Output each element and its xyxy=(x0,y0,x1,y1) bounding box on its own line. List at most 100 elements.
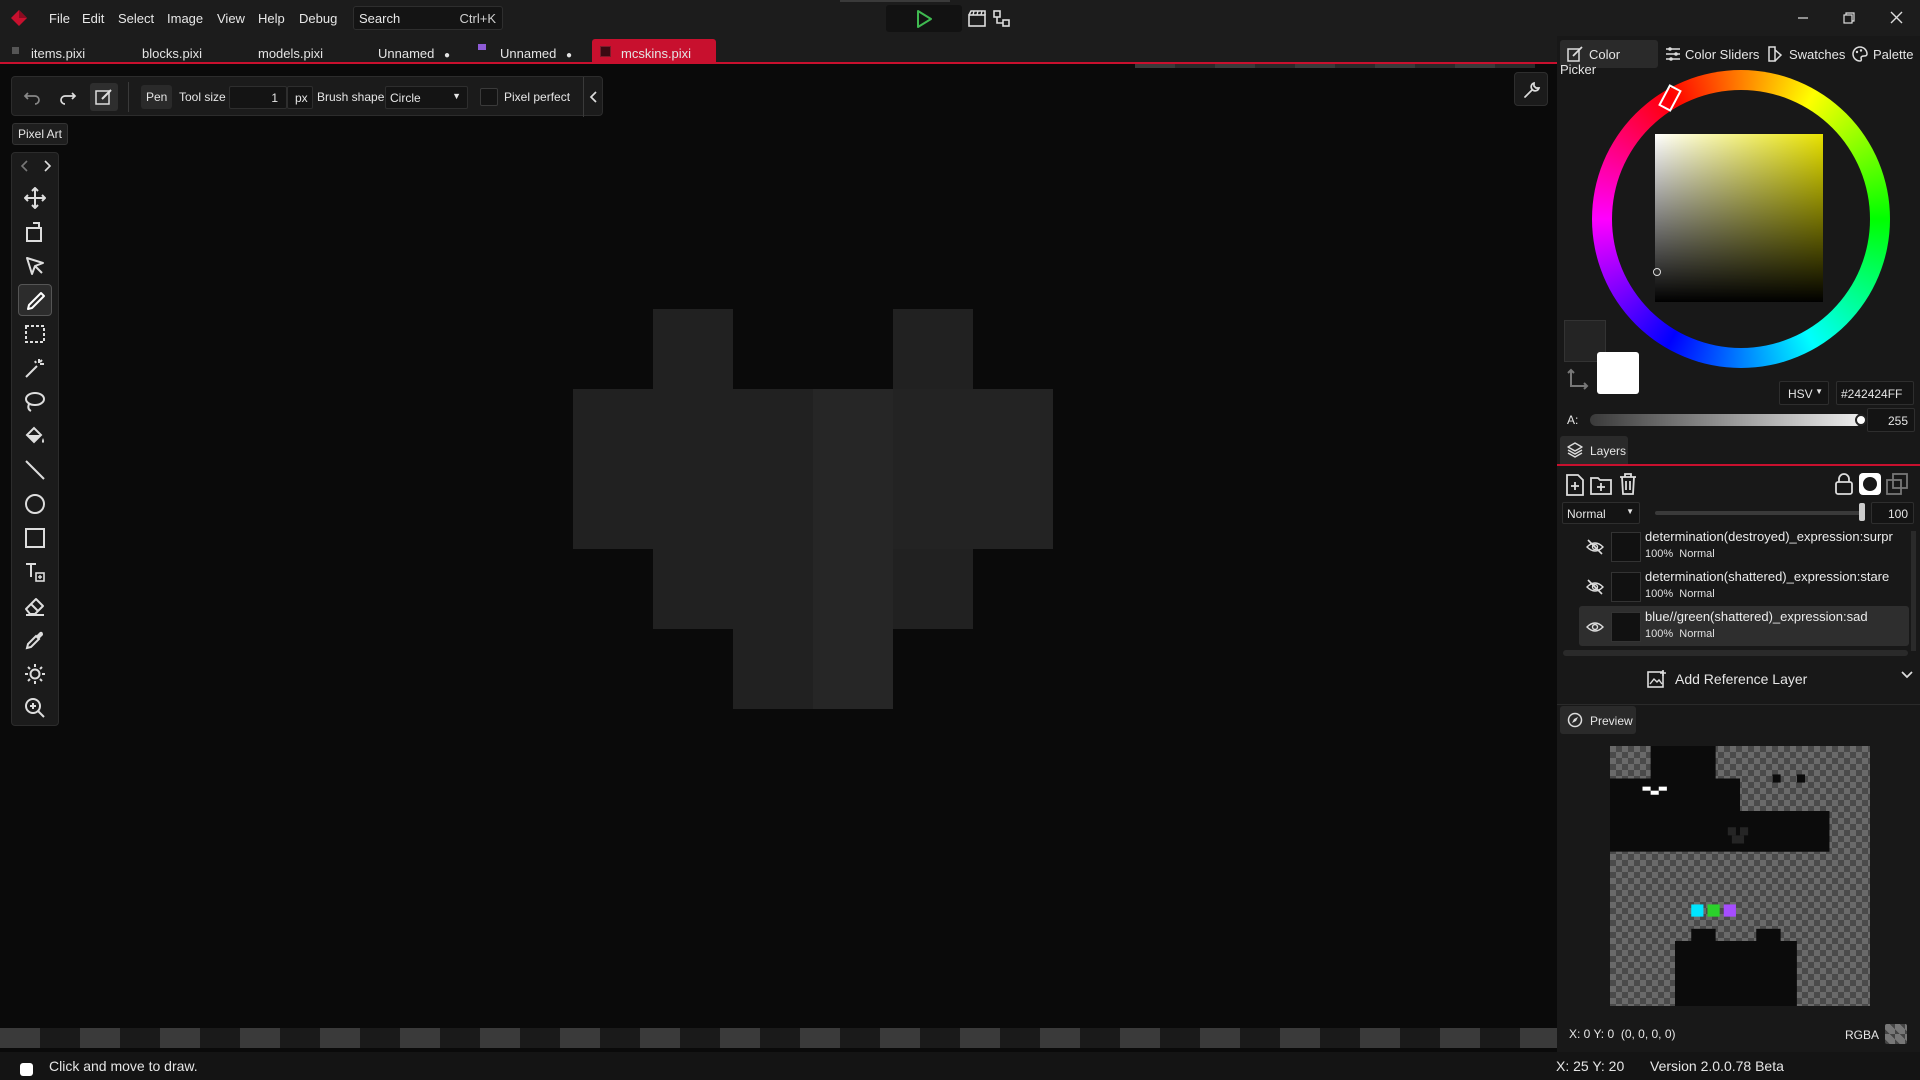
saturation-value-square[interactable] xyxy=(1655,134,1823,302)
delete-layer-icon[interactable] xyxy=(1618,473,1638,495)
document-tab-bar: items.pixi blocks.pixi models.pixi Unnam… xyxy=(0,36,1557,64)
viewport-settings-button[interactable] xyxy=(1514,72,1548,106)
layers-tab[interactable]: Layers xyxy=(1560,436,1628,464)
blend-mode-select[interactable]: Normal ▼ xyxy=(1562,502,1640,524)
preview-title: Preview xyxy=(1590,714,1633,728)
layers-accent-line xyxy=(1557,464,1920,466)
menu-help[interactable]: Help xyxy=(258,11,285,26)
rectangle-select-tool[interactable] xyxy=(18,318,52,350)
search-input[interactable]: Search Ctrl+K xyxy=(353,6,503,30)
tab-color-picker[interactable]: Color Picker xyxy=(1560,40,1658,77)
prev-toolset-icon[interactable] xyxy=(18,159,32,173)
tab-unnamed-2[interactable]: Unnamed ● xyxy=(474,41,572,64)
tab-models[interactable]: models.pixi xyxy=(258,41,323,64)
mask-layer-button[interactable] xyxy=(1859,473,1881,495)
lock-layer-icon[interactable] xyxy=(1833,473,1855,495)
pixel-perfect-label: Pixel perfect xyxy=(504,90,571,104)
layer-opacity-slider[interactable] xyxy=(1655,511,1863,515)
preview-tab[interactable]: Preview xyxy=(1560,706,1636,734)
layer-row[interactable]: determination(destroyed)_expression:surp… xyxy=(1579,526,1909,566)
cursor-position: X: 25 Y: 20 xyxy=(1556,1058,1625,1074)
divider xyxy=(1557,704,1920,705)
new-layer-icon[interactable] xyxy=(1565,474,1585,496)
lasso-tool[interactable] xyxy=(18,386,52,418)
channel-mode[interactable]: RGBA xyxy=(1845,1028,1879,1042)
magic-wand-tool[interactable] xyxy=(18,352,52,384)
menu-select[interactable]: Select xyxy=(118,11,154,26)
menu-file[interactable]: File xyxy=(49,11,70,26)
tab-label: Palette xyxy=(1873,47,1914,62)
preview-canvas[interactable] xyxy=(1610,746,1870,1006)
clapperboard-icon[interactable] xyxy=(968,10,986,27)
rectangle-tool[interactable] xyxy=(18,522,52,554)
node-graph-icon[interactable] xyxy=(993,10,1011,27)
menu-edit[interactable]: Edit xyxy=(82,11,104,26)
minimize-icon[interactable] xyxy=(1797,12,1809,24)
layer-thumbnail xyxy=(1611,572,1641,602)
eyedropper-icon xyxy=(25,631,43,650)
swap-colors-icon[interactable] xyxy=(1567,366,1591,390)
redo-icon[interactable] xyxy=(59,88,77,106)
chevron-down-icon[interactable] xyxy=(1900,668,1914,682)
play-button[interactable] xyxy=(886,5,962,32)
menu-image[interactable]: Image xyxy=(167,11,203,26)
layers-horizontal-scrollbar[interactable] xyxy=(1563,650,1908,656)
fill-tool[interactable] xyxy=(18,420,52,452)
zoom-tool[interactable] xyxy=(18,692,52,724)
hex-input[interactable]: #242424FF xyxy=(1836,381,1914,405)
tab-unnamed-1[interactable]: Unnamed ● xyxy=(378,41,450,64)
tab-items[interactable]: items.pixi xyxy=(8,41,85,64)
add-reference-layer-button[interactable]: Add Reference Layer xyxy=(1647,667,1827,693)
ellipse-tool[interactable] xyxy=(18,488,52,520)
canvas-viewport[interactable] xyxy=(0,64,1557,1052)
layer-name: determination(shattered)_expression:star… xyxy=(1645,569,1890,584)
next-toolset-icon[interactable] xyxy=(40,159,54,173)
brightness-tool[interactable] xyxy=(18,658,52,690)
rotate-tool[interactable] xyxy=(18,216,52,248)
color-mode-select[interactable]: HSV ▼ xyxy=(1779,381,1829,405)
layer-row-selected[interactable]: blue//green(shattered)_expression:sad 10… xyxy=(1579,606,1909,646)
file-thumbnail-icon xyxy=(600,46,611,57)
close-window-icon[interactable] xyxy=(1890,11,1903,24)
layer-opacity-handle[interactable] xyxy=(1859,503,1865,521)
merge-layers-icon[interactable] xyxy=(1886,473,1908,495)
eye-off-icon[interactable] xyxy=(1586,539,1604,555)
sv-handle[interactable] xyxy=(1653,268,1661,276)
layer-opacity-input[interactable]: 100 xyxy=(1871,502,1914,524)
tool-size-input[interactable]: 1 xyxy=(229,86,287,109)
tab-swatches[interactable]: Swatches xyxy=(1768,40,1845,68)
play-icon xyxy=(917,10,932,28)
pixel-perfect-checkbox[interactable] xyxy=(480,88,498,106)
pen-tool[interactable] xyxy=(18,284,52,316)
tab-palette[interactable]: Palette xyxy=(1852,40,1913,68)
divider xyxy=(583,77,584,117)
restore-icon[interactable] xyxy=(1843,12,1855,24)
text-tool[interactable] xyxy=(18,556,52,588)
tab-mcskins[interactable]: mcskins.pixi xyxy=(592,39,716,64)
line-tool[interactable] xyxy=(18,454,52,486)
menu-view[interactable]: View xyxy=(217,11,245,26)
alpha-slider[interactable] xyxy=(1590,414,1862,426)
eye-icon[interactable] xyxy=(1586,619,1604,635)
new-folder-icon[interactable] xyxy=(1590,474,1612,496)
text-icon xyxy=(26,563,45,582)
pen-mode-button[interactable] xyxy=(90,83,118,111)
layer-row[interactable]: determination(shattered)_expression:star… xyxy=(1579,566,1909,606)
menu-debug[interactable]: Debug xyxy=(299,11,337,26)
tab-color-sliders[interactable]: Color Sliders xyxy=(1665,40,1759,68)
layers-scrollbar[interactable] xyxy=(1911,531,1916,651)
background-toggle-icon[interactable] xyxy=(1885,1024,1907,1044)
alpha-input[interactable]: 255 xyxy=(1867,408,1915,432)
move-tool[interactable] xyxy=(18,182,52,214)
color-picker-tool[interactable] xyxy=(18,624,52,656)
secondary-color-swatch[interactable] xyxy=(1597,352,1639,394)
tab-blocks[interactable]: blocks.pixi xyxy=(142,41,202,64)
select-pointer-tool[interactable] xyxy=(18,250,52,282)
alpha-slider-handle[interactable] xyxy=(1855,414,1867,426)
eraser-tool[interactable] xyxy=(18,590,52,622)
undo-icon[interactable] xyxy=(23,88,41,106)
eye-off-icon[interactable] xyxy=(1586,579,1604,595)
brush-shape-select[interactable]: Circle ▼ xyxy=(385,86,468,109)
layer-opacity-blend: 100% Normal xyxy=(1645,548,1715,560)
collapse-left-icon[interactable] xyxy=(587,90,601,104)
